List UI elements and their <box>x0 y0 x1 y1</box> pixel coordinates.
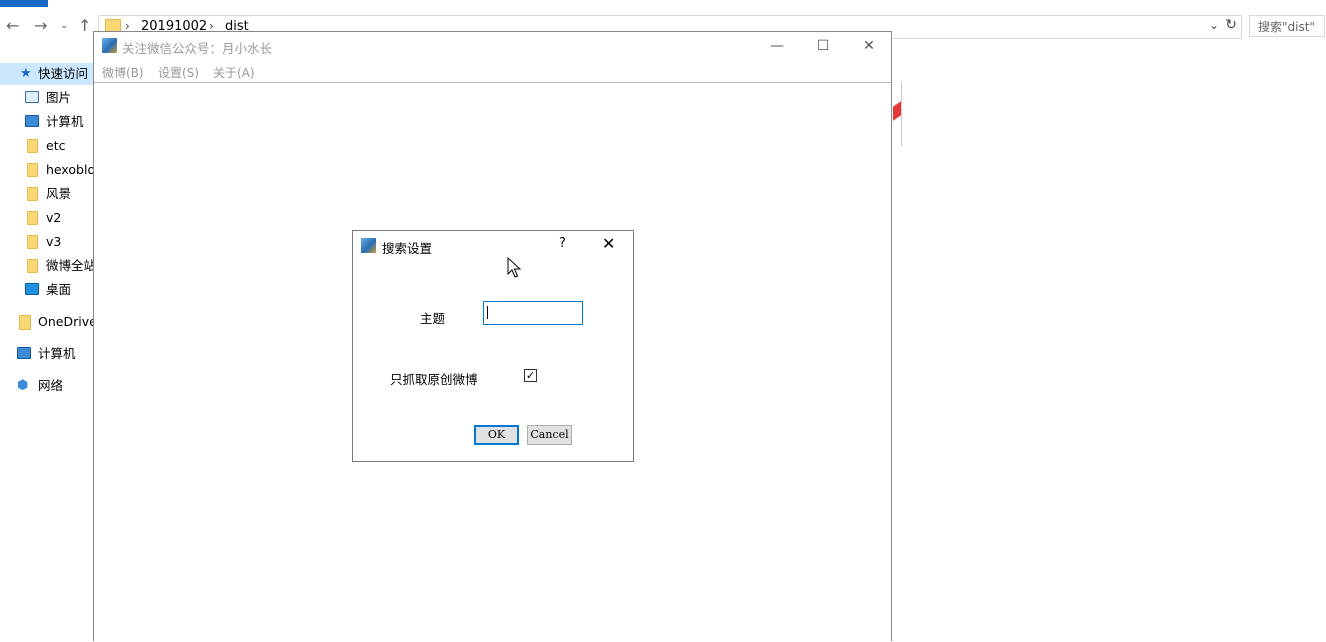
sidebar-item-label: 网络 <box>38 378 64 393</box>
sidebar-item-scenery[interactable]: 风景 <box>0 183 94 205</box>
mouse-cursor-icon <box>507 257 521 278</box>
dialog-app-icon <box>361 238 376 253</box>
search-input[interactable]: 搜索"dist" <box>1249 15 1325 37</box>
sidebar-item-computer[interactable]: 计算机 <box>0 111 94 133</box>
ribbon-file-tab[interactable] <box>0 0 48 7</box>
search-settings-dialog: 搜索设置 ? ✕ 主题 只抓取原创微博 ✓ OK Cancel <box>352 230 634 462</box>
sidebar-item-label: 计算机 <box>38 346 76 361</box>
folder-icon <box>19 315 31 330</box>
sidebar-item-label: 桌面 <box>46 282 72 297</box>
text-caret <box>487 306 488 319</box>
sidebar-item-label: 计算机 <box>46 114 84 129</box>
sidebar-item-label: v3 <box>46 234 62 249</box>
sidebar-item-label: 快速访问 <box>38 66 89 81</box>
folder-icon <box>27 259 38 273</box>
up-arrow-icon[interactable]: ↑ <box>78 18 91 34</box>
maximize-icon[interactable]: ☐ <box>800 32 846 60</box>
dialog-title: 搜索设置 <box>382 241 433 256</box>
folder-icon <box>27 187 38 201</box>
cancel-button[interactable]: Cancel <box>527 425 572 445</box>
sidebar-item-etc[interactable]: etc <box>0 135 94 157</box>
sidebar-item-label: hexoblo <box>46 162 94 177</box>
network-icon: ⬢ <box>17 378 29 393</box>
sidebar-item-label: v2 <box>46 210 62 225</box>
computer-icon <box>17 347 31 359</box>
folder-icon <box>27 235 38 249</box>
sidebar-item-v3[interactable]: v3 <box>0 231 94 253</box>
close-icon[interactable]: ✕ <box>846 32 892 60</box>
navigation-pane: ★ 快速访问 图片 计算机 etc hexoblo 风景 v2 v3 微博全站 … <box>0 60 94 642</box>
computer-icon <box>25 115 39 127</box>
sidebar-item-label: 风景 <box>46 186 72 201</box>
original-only-checkbox[interactable]: ✓ <box>524 369 537 382</box>
sidebar-item-weibo-all[interactable]: 微博全站 <box>0 255 94 277</box>
sidebar-item-v2[interactable]: v2 <box>0 207 94 229</box>
sidebar-item-network[interactable]: ⬢ 网络 <box>0 375 94 397</box>
sidebar-item-hexoblog[interactable]: hexoblo <box>0 159 94 181</box>
menu-settings[interactable]: 设置(S) <box>158 64 199 81</box>
sidebar-item-desktop[interactable]: 桌面 <box>0 279 94 301</box>
refresh-icon[interactable]: ↻ <box>1225 17 1237 33</box>
minimize-icon[interactable]: — <box>754 32 800 60</box>
close-icon[interactable]: ✕ <box>602 234 615 253</box>
back-arrow-icon[interactable]: ← <box>6 18 19 34</box>
app-titlebar[interactable]: 关注微信公众号：月小水长 — ☐ ✕ <box>94 32 891 60</box>
topic-label: 主题 <box>420 311 446 326</box>
app-icon <box>102 38 117 53</box>
ok-button[interactable]: OK <box>474 425 519 445</box>
sidebar-item-label: OneDrive <box>38 314 94 329</box>
menu-about[interactable]: 关于(A) <box>213 64 255 81</box>
help-icon[interactable]: ? <box>559 236 566 251</box>
sidebar-item-label: etc <box>46 138 66 153</box>
sidebar-item-label: 图片 <box>46 90 72 105</box>
topic-input[interactable] <box>483 301 583 325</box>
original-only-label: 只抓取原创微博 <box>390 372 478 387</box>
recent-dropdown-icon[interactable]: ⌄ <box>60 18 68 34</box>
picture-icon <box>25 91 39 103</box>
desktop-icon <box>25 283 39 295</box>
menubar: 微博(B) 设置(S) 关于(A) <box>94 62 891 82</box>
sidebar-item-label: 微博全站 <box>46 258 94 273</box>
star-icon: ★ <box>20 66 32 81</box>
address-dropdown-icon[interactable]: ⌄ <box>1209 18 1219 32</box>
menu-weibo[interactable]: 微博(B) <box>102 64 144 81</box>
folder-icon <box>27 139 38 153</box>
sidebar-item-this-pc[interactable]: 计算机 <box>0 343 94 365</box>
app-title: 关注微信公众号：月小水长 <box>122 41 273 56</box>
folder-icon <box>27 211 38 225</box>
folder-icon <box>27 163 38 177</box>
sidebar-item-onedrive[interactable]: OneDrive <box>0 311 94 333</box>
sidebar-item-quick-access[interactable]: ★ 快速访问 <box>0 63 94 85</box>
sidebar-item-pictures[interactable]: 图片 <box>0 87 94 109</box>
forward-arrow-icon[interactable]: → <box>34 18 47 34</box>
